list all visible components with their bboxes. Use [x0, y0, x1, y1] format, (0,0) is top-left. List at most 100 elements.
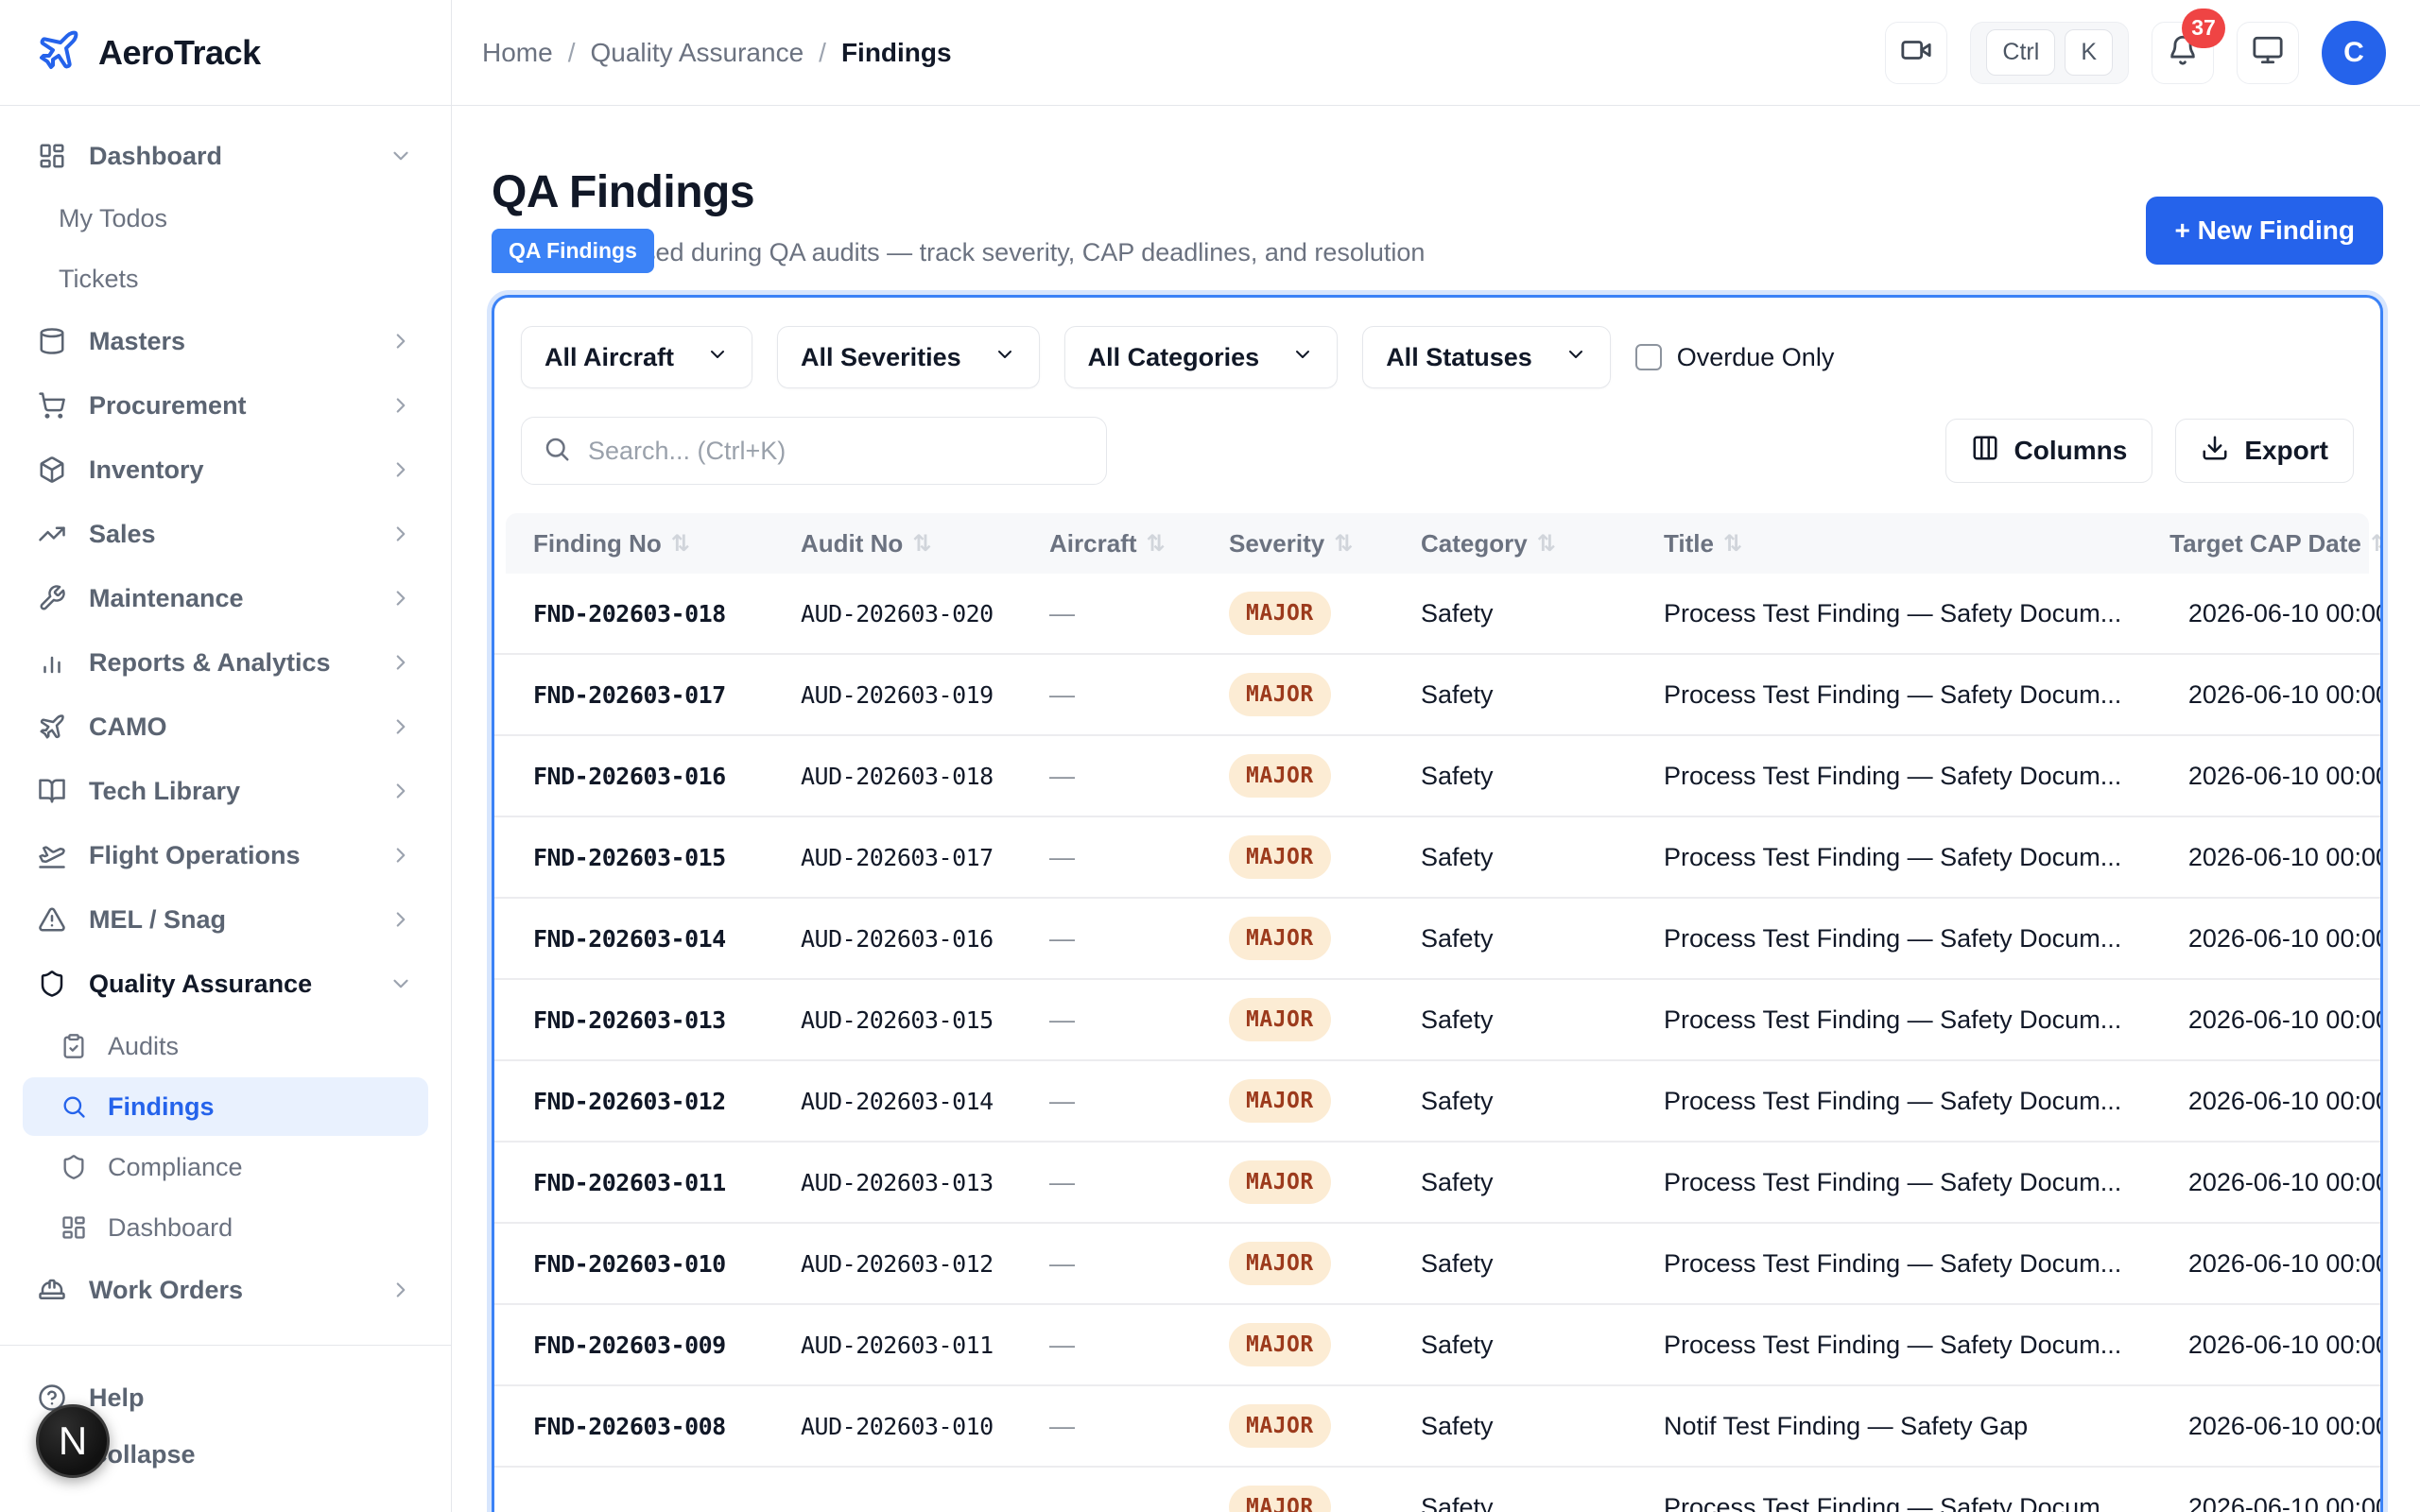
- cell-finding-no: FND-202603-011: [533, 1169, 801, 1196]
- sidebar-item-sales[interactable]: Sales: [23, 503, 428, 565]
- breadcrumb-separator: /: [568, 38, 576, 68]
- column-header-severity[interactable]: Severity⇅: [1229, 529, 1421, 558]
- sidebar-item-label: Reports & Analytics: [89, 648, 331, 678]
- sidebar-item-inventory[interactable]: Inventory: [23, 438, 428, 501]
- sidebar-item-dashboard[interactable]: Dashboard: [23, 1198, 428, 1257]
- export-button[interactable]: Export: [2175, 419, 2354, 483]
- sidebar-item-work-orders[interactable]: Work Orders: [23, 1259, 428, 1321]
- brand[interactable]: AeroTrack: [0, 0, 451, 106]
- sidebar-item-compliance[interactable]: Compliance: [23, 1138, 428, 1196]
- table-row[interactable]: FND-202603-018AUD-202603-020—MAJORSafety…: [494, 574, 2380, 655]
- overdue-only-filter[interactable]: Overdue Only: [1635, 343, 1835, 372]
- filter-select-statuses[interactable]: All Statuses: [1362, 326, 1611, 388]
- cell-target-cap-date: 2026-06-10 00:00: [2180, 1168, 2380, 1197]
- table-row[interactable]: FND-202603-015AUD-202603-017—MAJORSafety…: [494, 817, 2380, 899]
- column-header-category[interactable]: Category⇅: [1421, 529, 1664, 558]
- sidebar-item-maintenance[interactable]: Maintenance: [23, 567, 428, 629]
- chevron-right-icon: [389, 650, 413, 675]
- table-row[interactable]: FND-202603-011AUD-202603-013—MAJORSafety…: [494, 1143, 2380, 1224]
- table-row[interactable]: FND-202603-008AUD-202603-010—MAJORSafety…: [494, 1386, 2380, 1468]
- sidebar-item-flight-operations[interactable]: Flight Operations: [23, 824, 428, 886]
- cell-finding-no: FND-202603-013: [533, 1006, 801, 1034]
- table-row[interactable]: FND-202603-010AUD-202603-012—MAJORSafety…: [494, 1224, 2380, 1305]
- cell-target-cap-date: 2026-06-10 00:00: [2180, 1493, 2380, 1512]
- cell-title: Process Test Finding — Safety Docum...: [1664, 1493, 2180, 1512]
- cell-target-cap-date: 2026-06-10 00:00: [2180, 1249, 2380, 1279]
- column-header-label: Target CAP Date: [2169, 529, 2361, 558]
- sidebar-item-mel-snag[interactable]: MEL / Snag: [23, 888, 428, 951]
- column-header-label: Audit No: [801, 529, 903, 558]
- table-row[interactable]: FND-202603-017AUD-202603-019—MAJORSafety…: [494, 655, 2380, 736]
- sidebar-item-audits[interactable]: Audits: [23, 1017, 428, 1075]
- new-finding-button[interactable]: + New Finding: [2146, 197, 2383, 265]
- display-mode-button[interactable]: [2237, 22, 2299, 84]
- sidebar-item-camo[interactable]: CAMO: [23, 696, 428, 758]
- cell-target-cap-date: 2026-06-10 00:00: [2180, 1005, 2380, 1035]
- cell-audit-no: AUD-202603-020: [801, 600, 1049, 627]
- table-row[interactable]: FND-202603-016AUD-202603-018—MAJORSafety…: [494, 736, 2380, 817]
- cell-audit-no: AUD-202603-013: [801, 1169, 1049, 1196]
- chevron-right-icon: [389, 714, 413, 739]
- cell-audit-no: AUD-202603-012: [801, 1250, 1049, 1278]
- sidebar-item-masters[interactable]: Masters: [23, 310, 428, 372]
- nextjs-dev-badge[interactable]: N: [36, 1404, 110, 1478]
- chevron-right-icon: [389, 393, 413, 418]
- severity-badge: MAJOR: [1229, 1160, 1331, 1204]
- sidebar-item-tech-library[interactable]: Tech Library: [23, 760, 428, 822]
- sidebar-item-dashboard[interactable]: Dashboard: [23, 125, 428, 187]
- cell-finding-no: FND-202603-010: [533, 1250, 801, 1278]
- filter-select-categories[interactable]: All Categories: [1064, 326, 1339, 388]
- sidebar-item-reports-analytics[interactable]: Reports & Analytics: [23, 631, 428, 694]
- cell-severity: MAJOR: [1229, 592, 1421, 635]
- plane-takeoff-icon: [38, 841, 66, 869]
- cell-category: Safety: [1421, 680, 1664, 710]
- chevron-down-icon: [389, 144, 413, 168]
- filter-select-aircraft[interactable]: All Aircraft: [521, 326, 752, 388]
- command-palette-button[interactable]: Ctrl K: [1970, 22, 2129, 84]
- shield-icon: [60, 1154, 87, 1180]
- column-header-aircraft[interactable]: Aircraft⇅: [1049, 529, 1229, 558]
- package-icon: [38, 455, 66, 484]
- sidebar-item-quality-assurance[interactable]: Quality Assurance: [23, 953, 428, 1015]
- cell-category: Safety: [1421, 599, 1664, 628]
- column-header-target-cap-date[interactable]: Target CAP Date⇅: [2180, 529, 2380, 558]
- sidebar-item-label: Dashboard: [89, 142, 222, 171]
- column-header-label: Aircraft: [1049, 529, 1136, 558]
- sidebar-item-procurement[interactable]: Procurement: [23, 374, 428, 437]
- column-header-label: Category: [1421, 529, 1528, 558]
- sort-icon: ⇅: [1334, 530, 1353, 557]
- table-row[interactable]: FND-202603-014AUD-202603-016—MAJORSafety…: [494, 899, 2380, 980]
- sidebar-item-findings[interactable]: Findings: [23, 1077, 428, 1136]
- cell-category: Safety: [1421, 1412, 1664, 1441]
- table-toolbar: Columns Export: [494, 417, 2380, 485]
- cell-audit-no: AUD-202603-019: [801, 681, 1049, 709]
- overdue-checkbox[interactable]: [1635, 344, 1662, 370]
- table-row[interactable]: FND-202603-009AUD-202603-011—MAJORSafety…: [494, 1305, 2380, 1386]
- breadcrumb-quality-assurance[interactable]: Quality Assurance: [590, 38, 804, 68]
- column-header-finding-no[interactable]: Finding No⇅: [533, 529, 801, 558]
- table-body: FND-202603-018AUD-202603-020—MAJORSafety…: [494, 574, 2380, 1512]
- cell-severity: MAJOR: [1229, 1404, 1421, 1448]
- severity-badge: MAJOR: [1229, 998, 1331, 1041]
- search-box[interactable]: [521, 417, 1107, 485]
- brand-plane-icon: [36, 27, 81, 77]
- breadcrumb-home[interactable]: Home: [482, 38, 553, 68]
- user-avatar[interactable]: C: [2322, 21, 2386, 85]
- sidebar-item-tickets[interactable]: Tickets: [23, 249, 428, 308]
- table-row[interactable]: FND-202603-012AUD-202603-014—MAJORSafety…: [494, 1061, 2380, 1143]
- filter-select-severities[interactable]: All Severities: [777, 326, 1040, 388]
- database-icon: [38, 327, 66, 355]
- column-header-title[interactable]: Title⇅: [1664, 529, 2180, 558]
- video-call-button[interactable]: [1885, 22, 1947, 84]
- cell-audit-no: AUD-202603-010: [801, 1413, 1049, 1440]
- columns-button[interactable]: Columns: [1945, 419, 2153, 483]
- cell-title: Process Test Finding — Safety Docum...: [1664, 762, 2180, 791]
- table-row[interactable]: MAJORSafetyProcess Test Finding — Safety…: [494, 1468, 2380, 1512]
- cell-severity: MAJOR: [1229, 998, 1421, 1041]
- column-header-audit-no[interactable]: Audit No⇅: [801, 529, 1049, 558]
- cell-aircraft: —: [1049, 1005, 1229, 1035]
- search-input[interactable]: [588, 437, 1085, 466]
- sidebar-item-my-todos[interactable]: My Todos: [23, 189, 428, 248]
- table-row[interactable]: FND-202603-013AUD-202603-015—MAJORSafety…: [494, 980, 2380, 1061]
- cell-aircraft: —: [1049, 1168, 1229, 1197]
